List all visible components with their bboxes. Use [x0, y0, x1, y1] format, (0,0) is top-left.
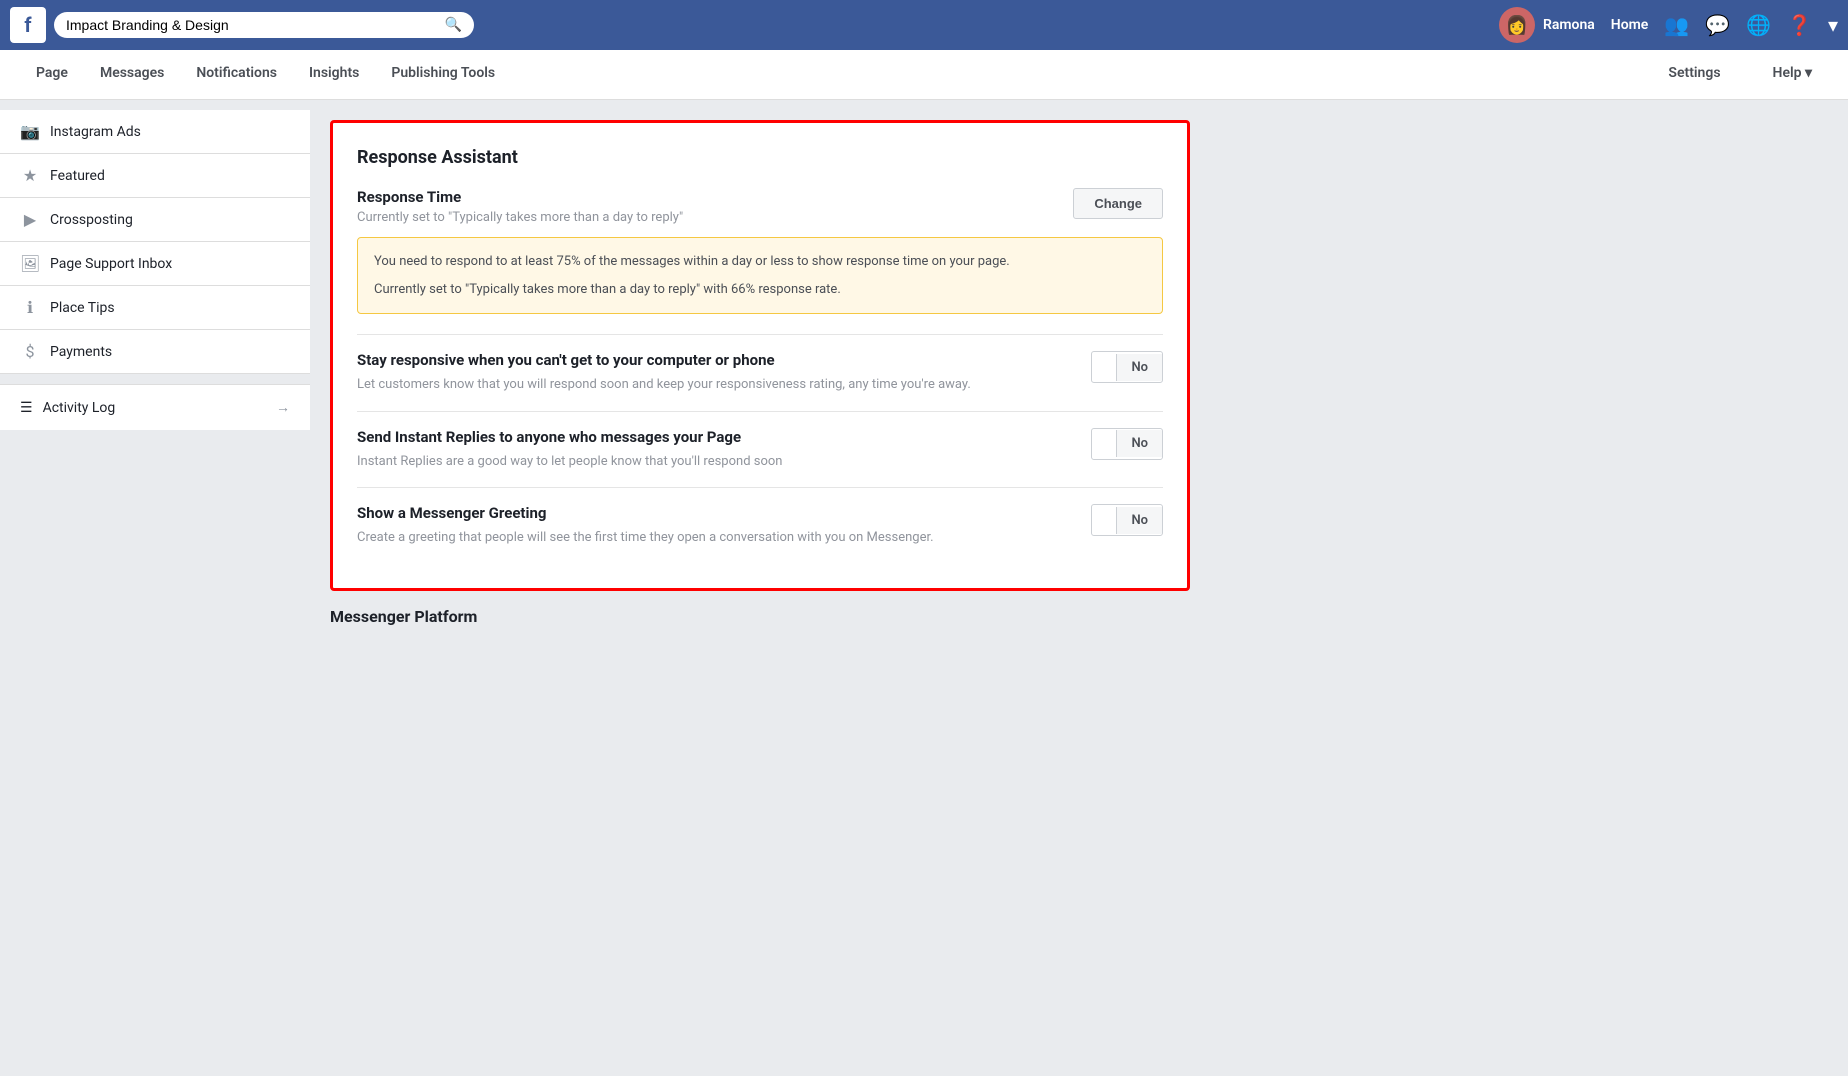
messenger-greeting-toggle-off[interactable] — [1092, 514, 1116, 526]
instant-replies-toggle-off[interactable] — [1092, 438, 1116, 450]
search-bar[interactable]: 🔍 — [54, 12, 474, 38]
search-input[interactable] — [66, 17, 437, 33]
instant-replies-toggle-no[interactable]: No — [1116, 430, 1162, 457]
user-name: Ramona — [1543, 17, 1595, 33]
friends-icon[interactable]: 👥 — [1664, 13, 1689, 37]
help-icon[interactable]: ❓ — [1787, 13, 1812, 37]
sidebar-item-crossposting-label: Crossposting — [50, 212, 133, 228]
messenger-greeting-toggle[interactable]: No — [1091, 504, 1163, 536]
stay-responsive-row: Stay responsive when you can't get to yo… — [357, 334, 1163, 411]
messenger-greeting-toggle-no[interactable]: No — [1116, 507, 1162, 534]
sidebar: 📷 Instagram Ads ★ Featured ▶ Crosspostin… — [0, 100, 310, 1076]
messenger-greeting-desc: Create a greeting that people will see t… — [357, 528, 1071, 548]
warning-line1: You need to respond to at least 75% of t… — [374, 252, 1146, 272]
page-nav-right: Settings Help ▾ — [1652, 51, 1828, 98]
sidebar-item-payments[interactable]: $ Payments — [0, 330, 310, 374]
avatar: 👩 — [1499, 7, 1535, 43]
nav-item-publishing-tools[interactable]: Publishing Tools — [375, 50, 511, 99]
instant-replies-desc: Instant Replies are a good way to let pe… — [357, 452, 1071, 472]
top-bar-right: 👩 Ramona Home 👥 💬 🌐 ❓ ▾ — [1499, 7, 1838, 43]
response-time-subtitle: Currently set to "Typically takes more t… — [357, 210, 683, 225]
place-tips-icon: ℹ — [20, 298, 40, 317]
payments-icon: $ — [20, 342, 40, 361]
sidebar-item-featured-label: Featured — [50, 168, 105, 184]
user-info: 👩 Ramona — [1499, 7, 1595, 43]
toggle-off-label[interactable] — [1092, 361, 1116, 373]
response-time-section: Response Time Currently set to "Typicall… — [357, 188, 1163, 314]
facebook-logo: f — [10, 7, 46, 43]
response-time-warning: You need to respond to at least 75% of t… — [357, 237, 1163, 314]
nav-item-insights[interactable]: Insights — [293, 50, 375, 99]
stay-responsive-toggle[interactable]: No — [1091, 351, 1163, 383]
messenger-platform-title: Messenger Platform — [330, 591, 1828, 630]
stay-responsive-desc: Let customers know that you will respond… — [357, 375, 1071, 395]
stay-responsive-title: Stay responsive when you can't get to yo… — [357, 351, 1071, 369]
messenger-greeting-title: Show a Messenger Greeting — [357, 504, 1071, 522]
instant-replies-row: Send Instant Replies to anyone who messa… — [357, 411, 1163, 488]
sidebar-item-instagram-ads[interactable]: 📷 Instagram Ads — [0, 110, 310, 154]
response-assistant-title: Response Assistant — [357, 147, 1163, 168]
search-icon: 🔍 — [445, 17, 462, 33]
messenger-greeting-row: Show a Messenger Greeting Create a greet… — [357, 487, 1163, 564]
activity-log-arrow-icon: → — [276, 399, 290, 416]
sidebar-item-featured[interactable]: ★ Featured — [0, 154, 310, 198]
content-area: Response Assistant Response Time Current… — [310, 100, 1848, 1076]
sidebar-item-place-tips[interactable]: ℹ Place Tips — [0, 286, 310, 330]
top-bar: f 🔍 👩 Ramona Home 👥 💬 🌐 ❓ ▾ — [0, 0, 1848, 50]
sidebar-item-page-support-label: Page Support Inbox — [50, 256, 172, 272]
home-link[interactable]: Home — [1611, 17, 1649, 33]
sidebar-item-crossposting[interactable]: ▶ Crossposting — [0, 198, 310, 242]
activity-log-label: Activity Log — [43, 400, 116, 416]
nav-item-messages[interactable]: Messages — [84, 50, 180, 99]
warning-line2: Currently set to "Typically takes more t… — [374, 280, 1146, 300]
activity-log-icon: ☰ — [20, 400, 33, 416]
instant-replies-title: Send Instant Replies to anyone who messa… — [357, 428, 1071, 446]
sidebar-item-activity-log[interactable]: ☰ Activity Log → — [0, 384, 310, 430]
response-time-title: Response Time — [357, 188, 683, 206]
messenger-greeting-info: Show a Messenger Greeting Create a greet… — [357, 504, 1091, 548]
toggle-no-label[interactable]: No — [1116, 354, 1162, 381]
featured-icon: ★ — [20, 166, 40, 185]
sidebar-item-payments-label: Payments — [50, 344, 112, 360]
instant-replies-toggle[interactable]: No — [1091, 428, 1163, 460]
messenger-icon[interactable]: 💬 — [1705, 13, 1730, 37]
response-assistant-card: Response Assistant Response Time Current… — [330, 120, 1190, 591]
response-time-header: Response Time Currently set to "Typicall… — [357, 188, 1163, 225]
instagram-ads-icon: 📷 — [20, 122, 40, 141]
nav-item-settings[interactable]: Settings — [1652, 51, 1736, 98]
nav-item-page[interactable]: Page — [20, 50, 84, 99]
change-button[interactable]: Change — [1073, 188, 1163, 219]
dropdown-arrow-icon[interactable]: ▾ — [1828, 13, 1838, 37]
stay-responsive-info: Stay responsive when you can't get to yo… — [357, 351, 1091, 395]
nav-item-help[interactable]: Help ▾ — [1757, 51, 1828, 98]
sidebar-item-place-tips-label: Place Tips — [50, 300, 115, 316]
sidebar-section-activity: ☰ Activity Log → — [0, 384, 310, 430]
crossposting-icon: ▶ — [20, 210, 40, 229]
response-time-info: Response Time Currently set to "Typicall… — [357, 188, 683, 225]
sidebar-item-page-support-inbox[interactable]: 🖼 Page Support Inbox — [0, 242, 310, 286]
page-support-icon: 🖼 — [20, 254, 40, 273]
nav-item-notifications[interactable]: Notifications — [180, 50, 293, 99]
main-layout: 📷 Instagram Ads ★ Featured ▶ Crosspostin… — [0, 100, 1848, 1076]
page-nav: Page Messages Notifications Insights Pub… — [0, 50, 1848, 100]
sidebar-item-instagram-ads-label: Instagram Ads — [50, 124, 141, 140]
globe-icon[interactable]: 🌐 — [1746, 13, 1771, 37]
instant-replies-info: Send Instant Replies to anyone who messa… — [357, 428, 1091, 472]
